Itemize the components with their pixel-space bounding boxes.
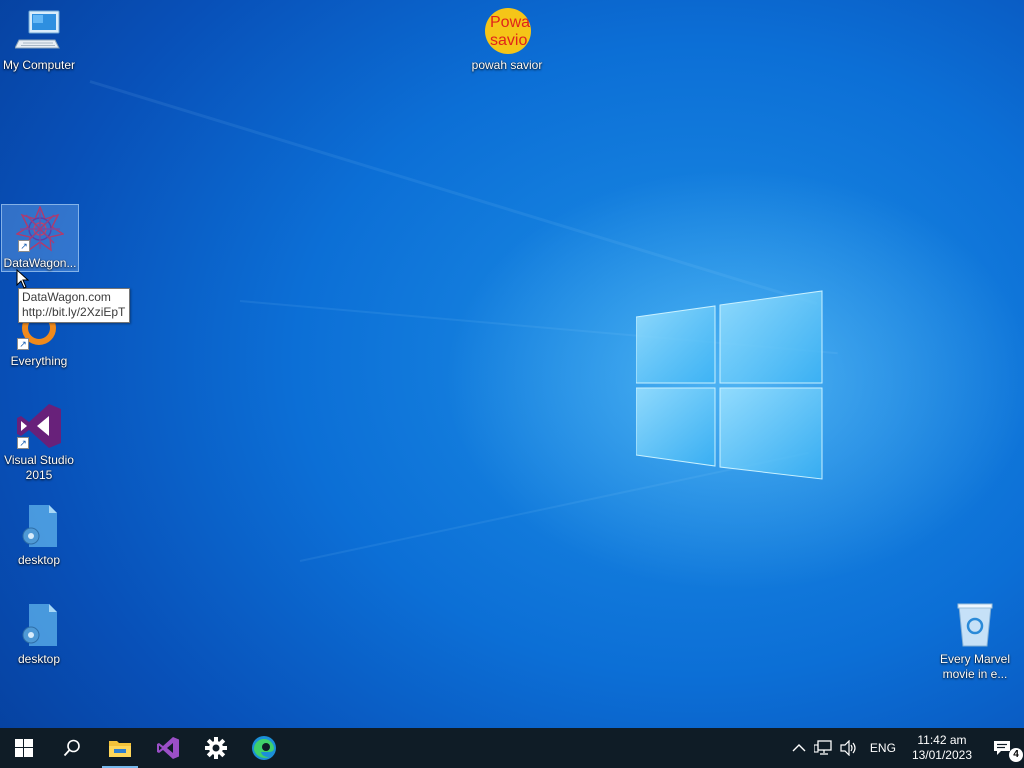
clock[interactable]: 11:42 am 13/01/2023 [904,733,980,763]
search-icon [63,739,80,757]
system-tray: ENG 11:42 am 13/01/2023 4 [788,728,1024,768]
input-language-indicator[interactable]: ENG [862,728,904,768]
shortcut-arrow-icon: ↗ [17,338,29,350]
icon-label: My Computer [2,58,76,72]
light-beam [89,80,818,306]
start-button[interactable] [0,728,48,768]
edge-browser-icon [252,736,276,760]
notification-count-badge: 4 [1009,748,1023,762]
windows-logo-light [636,290,823,480]
search-button[interactable] [48,728,96,768]
icon-label: Visual Studio 2015 [4,453,74,482]
datawagon-tooltip: DataWagon.com http://bit.ly/2XziEpT [18,288,131,323]
action-center-button[interactable]: 4 [980,728,1024,768]
desktop-icon-powah-savior[interactable]: Powa savio powah savior [468,8,546,73]
datawagon-star-icon: ↗ [15,205,65,252]
tooltip-url: http://bit.ly/2XziEpT [22,305,126,319]
show-hidden-icons-button[interactable] [788,728,810,768]
settings-gear-icon [205,737,227,759]
settings-file-icon [15,503,63,549]
desktop-icon-my-computer[interactable]: My Computer [0,8,78,73]
speaker-icon [840,740,856,756]
icon-label: desktop [17,553,61,567]
desktop-icon-every-marvel-movie[interactable]: Every Marvel movie in e... [936,602,1014,682]
clock-time: 11:42 am [917,733,967,747]
shortcut-arrow-icon: ↗ [17,437,29,449]
chevron-up-icon [792,744,806,752]
volume-button[interactable] [836,728,862,768]
taskbar-settings[interactable] [192,728,240,768]
badge-text-line2: savio [490,32,528,49]
visual-studio-icon: ↗ [15,403,63,449]
taskbar-edge[interactable] [240,728,288,768]
taskbar-file-explorer[interactable] [96,728,144,768]
icon-label: Every Marvel movie in e... [939,652,1010,681]
settings-file-icon [15,602,63,648]
windows-start-icon [15,739,33,757]
shortcut-arrow-icon: ↗ [18,240,30,252]
desktop-icon-desktop-ini[interactable]: desktop [0,602,78,667]
network-icon [813,740,832,755]
desktop-wallpaper[interactable]: My Computer Powa savio powah savior ↗ Da… [0,0,1024,728]
file-explorer-icon [109,741,131,757]
desktop-icon-desktop-ini[interactable]: desktop [0,503,78,568]
desktop-icon-visual-studio-2015[interactable]: ↗ Visual Studio 2015 [0,403,78,483]
computer-icon [14,8,63,54]
tooltip-title: DataWagon.com [22,290,111,304]
mouse-cursor-icon [16,269,30,289]
taskbar: ENG 11:42 am 13/01/2023 4 [0,728,1024,768]
desktop-icon-datawagon[interactable]: ↗ DataWagon... [1,204,79,272]
icon-label: Everything [10,354,68,368]
badge-text-line1: Powa [490,14,531,31]
icon-label: DataWagon... [3,256,77,270]
network-button[interactable] [810,728,836,768]
icon-label: desktop [17,652,61,666]
recycle-bin-icon [951,602,999,648]
visual-studio-icon [157,737,179,759]
icon-label: powah savior [471,58,543,72]
powah-savior-badge-icon: Powa savio [483,8,531,54]
taskbar-visual-studio[interactable] [144,728,192,768]
clock-date: 13/01/2023 [911,748,972,762]
